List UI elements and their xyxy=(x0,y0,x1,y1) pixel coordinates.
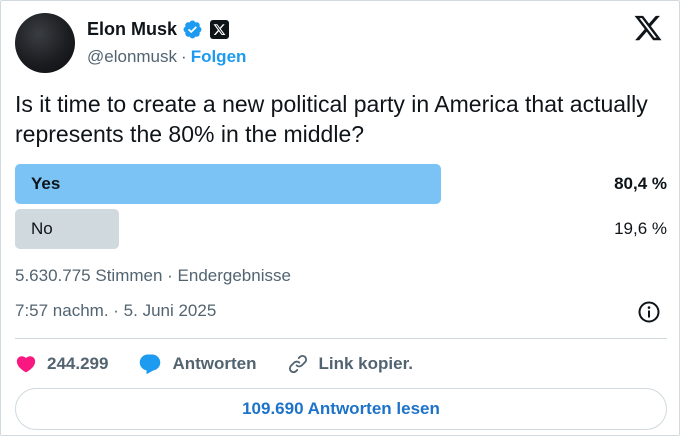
copy-link-button[interactable]: Link kopier. xyxy=(287,353,413,375)
timestamp[interactable]: 7:57 nachm. · 5. Juni 2025 xyxy=(15,301,216,321)
poll-option-yes: Yes 80,4 % xyxy=(15,164,667,204)
x-badge-icon xyxy=(210,19,230,39)
poll-bar-yes xyxy=(15,164,441,204)
author-name-row: Elon Musk xyxy=(87,17,230,41)
reply-bubble-icon xyxy=(140,354,161,375)
read-replies-button[interactable]: 109.690 Antworten lesen xyxy=(15,388,667,430)
poll-percent-no: 19,6 % xyxy=(614,219,667,238)
author-handle-row: @elonmusk · Folgen xyxy=(87,47,246,67)
reply-label: Antworten xyxy=(172,354,257,373)
divider xyxy=(15,338,667,339)
link-icon xyxy=(288,354,307,374)
like-count: 244.299 xyxy=(47,354,109,373)
poll-percent-yes: 80,4 % xyxy=(614,174,667,193)
x-logo-icon[interactable] xyxy=(633,13,663,43)
poll-option-no: No 19,6 % xyxy=(15,209,667,249)
poll-summary: 5.630.775 Stimmen · Endergebnisse xyxy=(15,266,291,285)
copy-link-label: Link kopier. xyxy=(318,354,413,373)
heart-icon xyxy=(16,356,36,373)
follow-button[interactable]: Folgen xyxy=(191,47,247,67)
poll-option-label-yes: Yes xyxy=(31,174,61,193)
reply-button[interactable]: Antworten xyxy=(138,352,257,376)
tweet-card: Elon Musk @elonmusk · Folgen Is it time … xyxy=(0,0,680,436)
poll-option-label-no: No xyxy=(31,219,53,238)
info-icon[interactable] xyxy=(637,300,661,324)
tweet-text: Is it time to create a new political par… xyxy=(15,91,648,147)
verified-badge-icon xyxy=(183,20,202,38)
avatar[interactable] xyxy=(15,13,75,73)
author-name[interactable]: Elon Musk xyxy=(87,19,177,40)
author-handle[interactable]: @elonmusk xyxy=(87,47,177,67)
separator-dot: · xyxy=(181,47,187,66)
like-button[interactable]: 244.299 xyxy=(15,353,108,375)
action-bar: 244.299 Antworten Link kopier. xyxy=(15,350,443,378)
